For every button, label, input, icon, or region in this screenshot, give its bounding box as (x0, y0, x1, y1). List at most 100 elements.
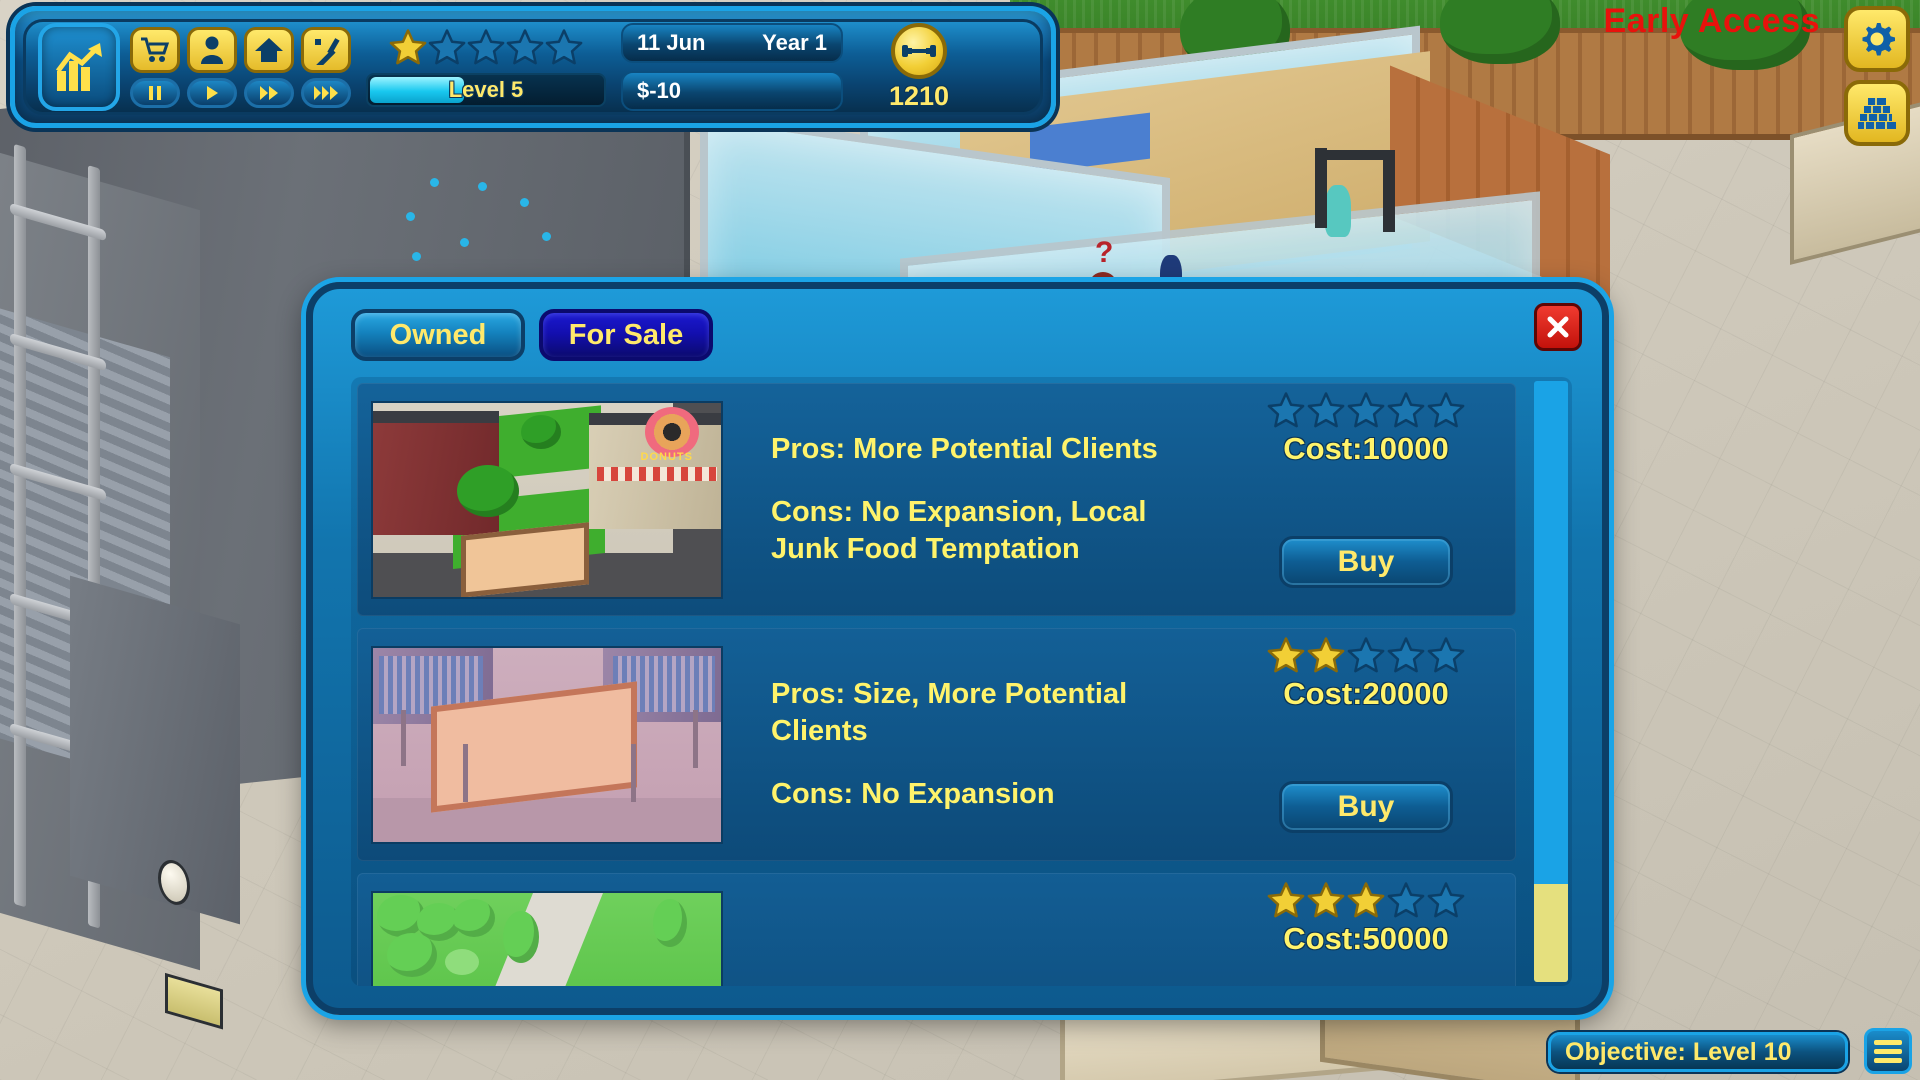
brick-wall-icon (1858, 98, 1896, 129)
property-meta: Cost:10000 Buy (1216, 383, 1516, 616)
star-icon (1267, 637, 1305, 673)
statistics-button[interactable] (38, 23, 120, 111)
pause-icon (149, 85, 161, 100)
staff-button[interactable] (187, 26, 237, 73)
currency-coin (891, 22, 947, 79)
star-icon (1307, 637, 1345, 673)
star-icon (506, 28, 544, 66)
home-icon (255, 37, 283, 62)
play-button[interactable] (187, 77, 237, 108)
fast-forward-button[interactable] (244, 77, 294, 108)
fast-forward-icon (260, 85, 278, 100)
list-item[interactable]: DONUTS Pros: More Potential Clients Cons… (357, 383, 1516, 616)
currency-value: 1210 (888, 80, 950, 111)
service-door (70, 575, 240, 1030)
currency-display[interactable]: 1210 (859, 22, 979, 112)
star-icon (545, 28, 583, 66)
star-icon (1387, 636, 1425, 674)
star-icon (467, 28, 505, 66)
gym-equipment (1315, 148, 1327, 228)
star-icon (1387, 392, 1425, 428)
shopping-cart-icon (141, 37, 170, 62)
hamburger-menu-icon (1874, 1057, 1902, 1063)
gear-icon (1862, 23, 1895, 56)
npc-person (1325, 185, 1351, 237)
list-item[interactable]: Pros: Size, More Potential Clients Cons:… (357, 628, 1516, 861)
shop-button[interactable] (130, 26, 180, 73)
star-icon (1427, 391, 1465, 429)
scrollbar-thumb[interactable] (1534, 884, 1568, 982)
tab-owned[interactable]: Owned (351, 309, 525, 361)
date-money-group: 11 Jun Year 1 $-10 (621, 23, 843, 111)
settings-button[interactable] (1844, 6, 1910, 72)
star-icon (1347, 391, 1385, 429)
ultra-fast-forward-button[interactable] (301, 77, 351, 108)
ultra-fast-forward-icon (314, 85, 338, 100)
chart-growth-icon (56, 43, 102, 91)
hud-button-group (130, 26, 351, 108)
year-value: Year 1 (762, 30, 827, 55)
list-item[interactable]: Cost:50000 Buy (357, 873, 1516, 986)
star-icon (389, 28, 427, 66)
property-cost: Cost:50000 (1283, 921, 1449, 956)
star-icon (1347, 636, 1385, 674)
star-icon (1427, 637, 1465, 673)
build-button[interactable] (301, 26, 351, 73)
early-access-label: Early Access (1603, 2, 1820, 40)
property-market-dialog: Owned For Sale DONUTS Pros: More Potenti… (306, 282, 1609, 1015)
money-value: $-10 (637, 78, 682, 103)
star-icon (1267, 882, 1305, 918)
tab-for-sale[interactable]: For Sale (539, 309, 713, 361)
star-icon (1307, 882, 1345, 918)
question-mark-icon: ? (1095, 236, 1114, 269)
star-icon (1307, 881, 1345, 919)
star-icon (1387, 881, 1425, 919)
star-icon (1387, 637, 1425, 673)
dumbbell-icon (902, 44, 936, 57)
hamburger-menu-icon (1874, 1048, 1902, 1054)
person-icon (201, 36, 223, 64)
money-display: $-10 (621, 71, 843, 111)
property-pros: Pros: Size, More Potential Clients (771, 677, 1128, 747)
tool-buttons-row (130, 26, 351, 73)
star-icon (389, 28, 427, 64)
home-button[interactable] (244, 26, 294, 73)
property-cost: Cost:20000 (1283, 676, 1449, 711)
buy-button[interactable]: Buy (1279, 781, 1453, 833)
star-icon (1387, 391, 1425, 429)
hamburger-menu-icon (1874, 1039, 1902, 1045)
star-icon (1347, 882, 1385, 918)
listings-scrollbar[interactable] (1534, 381, 1568, 982)
star-icon (1387, 882, 1425, 918)
buy-button[interactable]: Buy (1279, 536, 1453, 588)
objective-bar: Objective: Level 10 (1548, 1032, 1848, 1072)
property-meta: Cost:50000 Buy (1216, 873, 1516, 986)
close-button[interactable] (1534, 303, 1582, 351)
star-icon (506, 28, 544, 64)
tools-icon (315, 37, 340, 65)
star-icon (1307, 392, 1345, 428)
star-icon (467, 28, 505, 64)
star-icon (1307, 391, 1345, 429)
level-label: Level 5 (448, 76, 524, 102)
property-rating-stars (1267, 391, 1465, 429)
property-rating-stars (1267, 636, 1465, 674)
star-icon (1347, 392, 1385, 428)
build-mode-button[interactable] (1844, 80, 1910, 146)
menu-button[interactable] (1864, 1028, 1912, 1074)
star-icon (1427, 392, 1465, 428)
star-icon (1267, 636, 1305, 674)
property-rating-stars (1267, 881, 1465, 919)
listings-container: DONUTS Pros: More Potential Clients Cons… (351, 377, 1572, 986)
level-progress-bar: Level 5 (366, 72, 606, 107)
property-meta: Cost:20000 Buy (1216, 628, 1516, 861)
property-description: Pros: Size, More Potential Clients Cons:… (723, 676, 1216, 813)
star-icon (1347, 637, 1385, 673)
speed-buttons-row (130, 77, 351, 108)
pause-button[interactable] (130, 77, 180, 108)
gym-equipment (1383, 150, 1395, 232)
property-thumbnail (371, 645, 723, 844)
star-icon (1427, 636, 1465, 674)
star-icon (1267, 391, 1305, 429)
star-icon (1307, 636, 1345, 674)
